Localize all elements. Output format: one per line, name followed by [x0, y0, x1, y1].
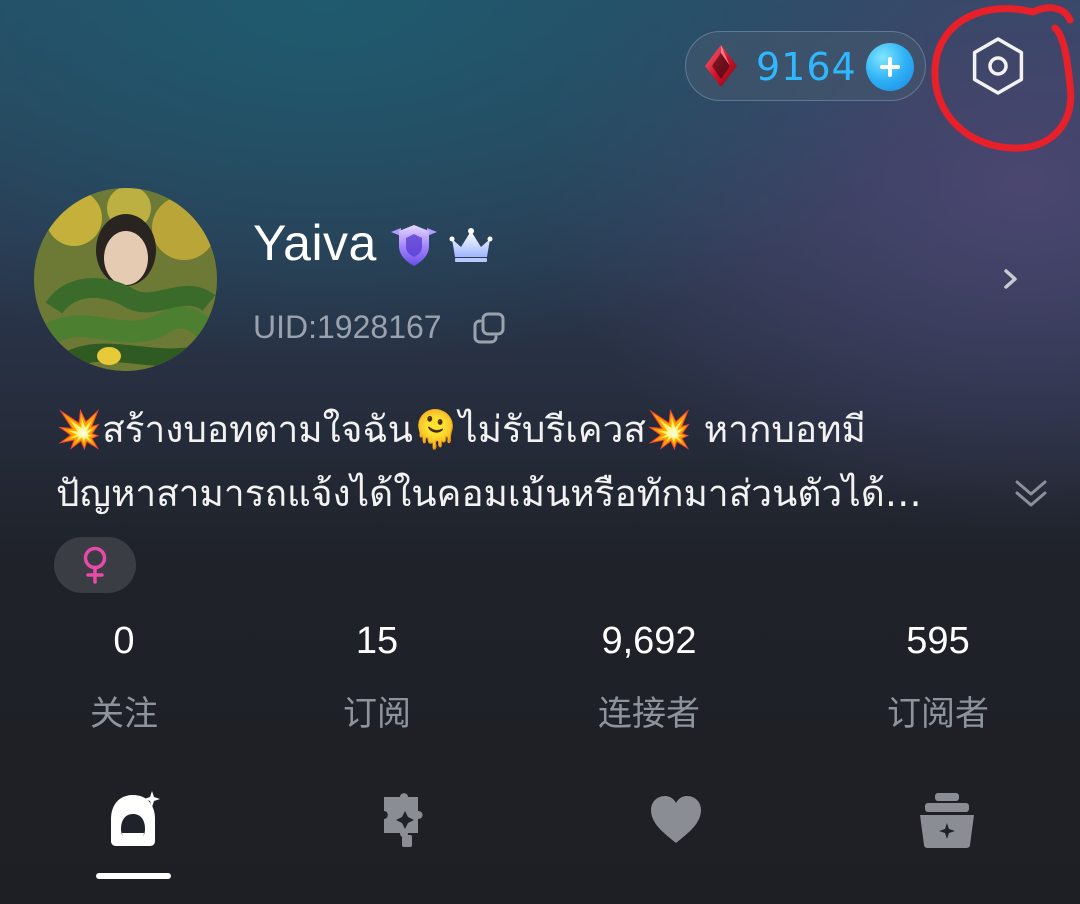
stat-label: 订阅	[343, 694, 411, 734]
heart-icon	[651, 796, 701, 843]
plus-icon	[880, 57, 900, 77]
stat-label: 关注	[90, 694, 158, 734]
user-id: UID:1928167	[253, 309, 442, 345]
active-tab-indicator	[96, 873, 171, 879]
gender-tag	[54, 537, 136, 593]
puzzle-icon	[384, 793, 423, 847]
female-symbol-icon	[83, 546, 107, 584]
stat-label: 订阅者	[887, 694, 989, 734]
avatar[interactable]	[34, 188, 217, 371]
add-gems-button[interactable]	[866, 43, 914, 91]
treasure-box-icon	[920, 793, 974, 848]
stat-value: 9,692	[601, 620, 697, 662]
stat-subscriptions[interactable]: 15 订阅	[277, 620, 477, 735]
avatar-image	[34, 188, 217, 371]
chevron-right-icon[interactable]	[1000, 265, 1022, 293]
username: Yaiva	[253, 215, 377, 271]
gem-balance-pill[interactable]: 9164	[685, 31, 926, 101]
bio-line-2: ปัญหาสามารถแจ้งได้ในคอมเม้นหรือทักมาส่วน…	[56, 472, 922, 515]
stat-following[interactable]: 0 关注	[24, 620, 224, 735]
crown-badge-icon	[449, 228, 493, 262]
tab-characters[interactable]	[93, 785, 173, 855]
tab-treasure[interactable]	[907, 785, 987, 855]
tab-favorites[interactable]	[636, 785, 716, 855]
gem-count: 9164	[756, 45, 857, 89]
bio-line-1: 💥สร้างบอทตามใจฉัน🫠ไม่รับรีเควส💥 หากบอทมี	[56, 408, 866, 451]
hexagon-settings-icon[interactable]	[966, 34, 1030, 98]
stat-label: 连接者	[598, 694, 700, 734]
bio-text: 💥สร้างบอทตามใจฉัน🫠ไม่รับรีเควส💥 หากบอทมี…	[56, 398, 1006, 526]
character-icon	[111, 791, 160, 846]
stat-value: 595	[906, 620, 970, 662]
stat-value: 0	[113, 620, 135, 662]
purple-shield-badge-icon	[391, 225, 437, 266]
tab-puzzle[interactable]	[365, 785, 445, 855]
red-diamond-icon	[705, 45, 737, 87]
stat-value: 15	[355, 620, 399, 662]
copy-icon[interactable]	[472, 311, 506, 345]
stat-connectors[interactable]: 9,692 连接者	[549, 620, 749, 735]
double-chevron-down-icon[interactable]	[1013, 476, 1049, 512]
stat-subscribers[interactable]: 595 订阅者	[838, 620, 1038, 735]
